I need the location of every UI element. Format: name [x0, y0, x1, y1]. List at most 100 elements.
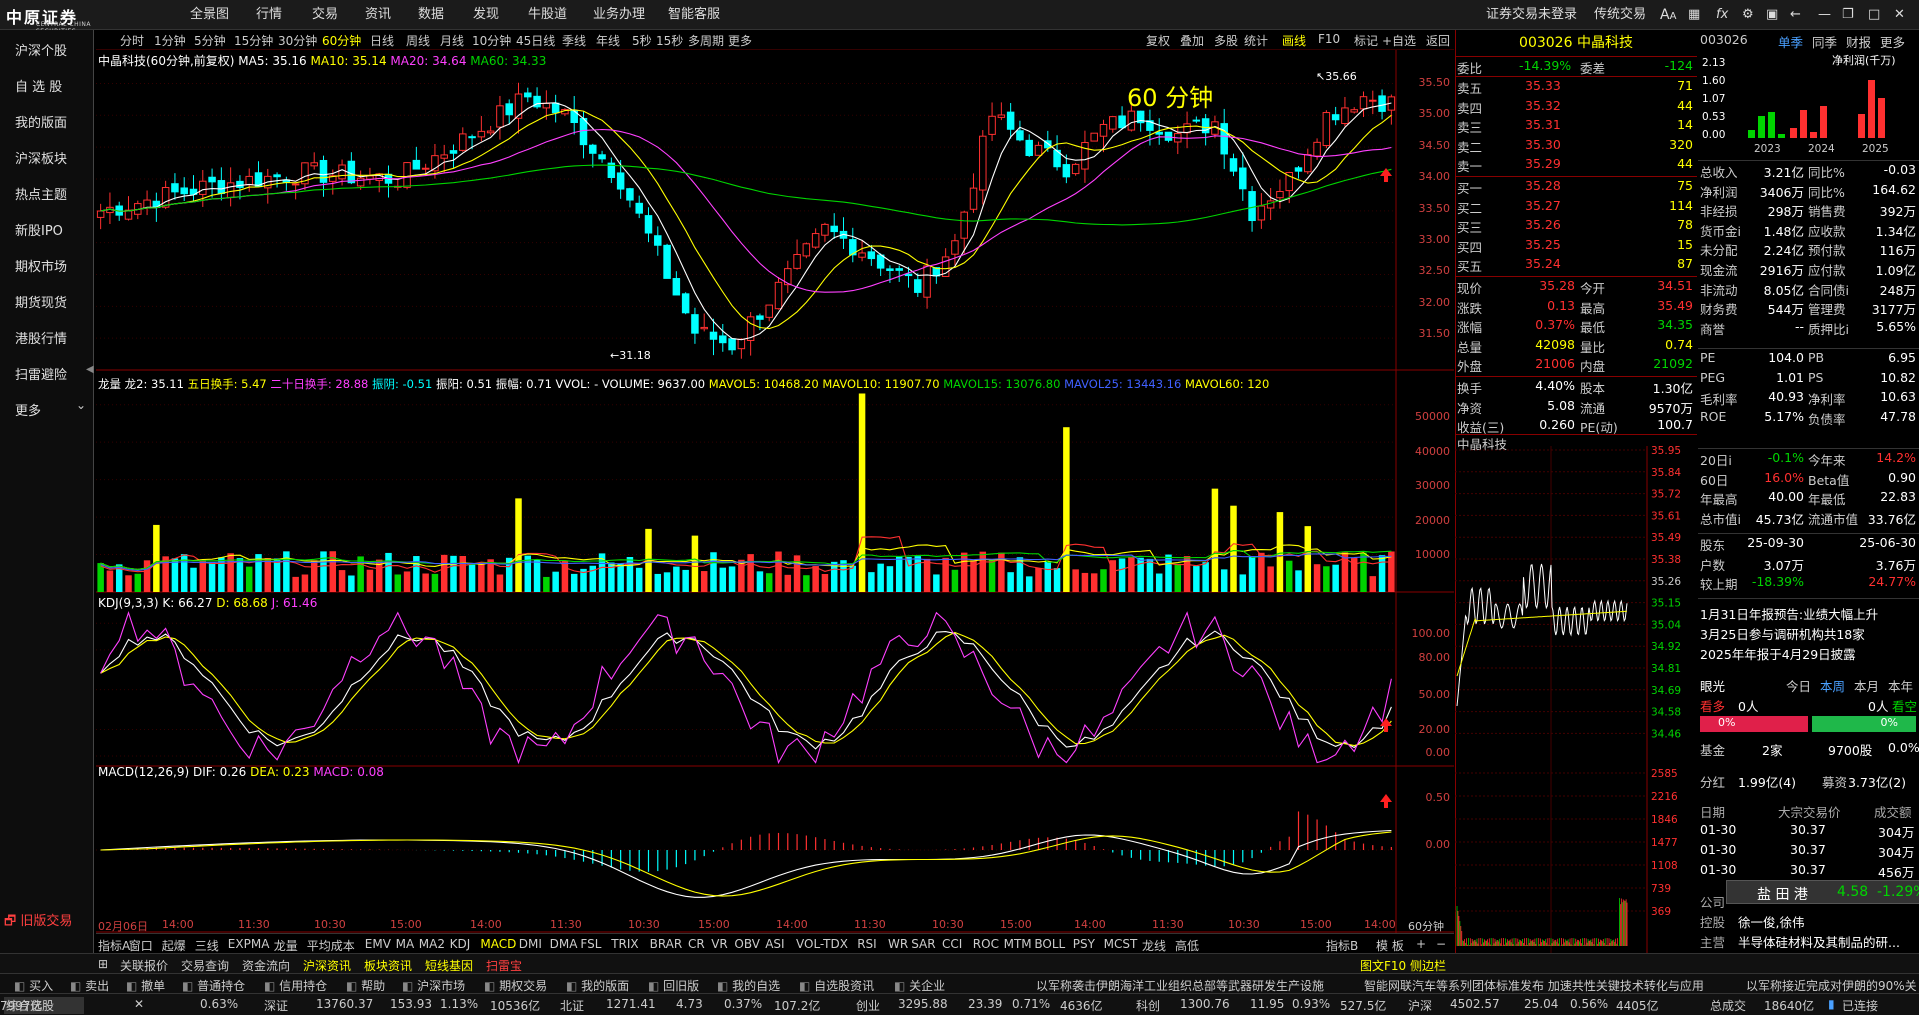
index-cell[interactable]: 0.56% [1570, 997, 1608, 1011]
toolbar-7[interactable]: +自选 [1382, 32, 1416, 49]
indicator-tab-30[interactable]: MCST [1104, 937, 1138, 951]
period-6[interactable]: 日线 [370, 32, 394, 49]
index-cell[interactable]: 1300.76 [1180, 997, 1230, 1011]
shortcut-2[interactable]: ◧ 撤单 [126, 977, 165, 994]
eye-tab-0[interactable]: 今日 [1786, 676, 1811, 695]
indicator-tab-22[interactable]: RSI [857, 937, 877, 951]
index-cell[interactable]: 0.93% [1292, 997, 1330, 1011]
restore-icon[interactable]: ❐ [1842, 0, 1854, 30]
indicator-tab-23[interactable]: WR [888, 937, 908, 951]
ask-price[interactable]: 35.31 [1525, 117, 1561, 132]
gear-icon[interactable]: ⚙ [1742, 0, 1754, 30]
index-cell[interactable]: 10536亿 [490, 997, 540, 1014]
menu-3[interactable]: 资讯 [365, 0, 391, 30]
index-cell[interactable]: 1.13% [440, 997, 478, 1011]
kline-chart-area[interactable] [96, 50, 1454, 933]
period-10[interactable]: 45日线 [516, 32, 555, 49]
indicator-tab-31[interactable]: 龙线 [1142, 937, 1166, 954]
ask-price[interactable]: 35.32 [1525, 98, 1561, 113]
eye-tab-3[interactable]: 本年 [1888, 676, 1913, 695]
left-nav-item-5[interactable]: 新股IPO [15, 220, 63, 239]
index-cell[interactable]: 25.04 [1524, 997, 1558, 1011]
indicator-tab-8[interactable]: MA [396, 937, 415, 951]
period-9[interactable]: 10分钟 [472, 32, 511, 49]
collapse-arrow-icon[interactable]: ◀ [86, 364, 94, 375]
indicator-tab-5[interactable]: 龙量 [274, 937, 298, 954]
shortcut-3[interactable]: ◧ 普通持仓 [182, 977, 245, 994]
shortcut-9[interactable]: ◧ 回旧版 [648, 977, 699, 994]
index-cell[interactable]: 107.2亿 [774, 997, 820, 1014]
shortcut-1[interactable]: ◧ 卖出 [70, 977, 109, 994]
eye-tab-1[interactable]: 本周 [1820, 676, 1845, 695]
eye-tab-2[interactable]: 本月 [1854, 676, 1879, 695]
period-11[interactable]: 季线 [562, 32, 586, 49]
indicator-tab-17[interactable]: CR [688, 937, 705, 951]
bid-price[interactable]: 35.27 [1525, 198, 1561, 213]
toolbar-2[interactable]: 多股 [1214, 32, 1238, 49]
bid-price[interactable]: 35.28 [1525, 178, 1561, 193]
shortcut-7[interactable]: ◧ 期权交易 [484, 977, 547, 994]
period-12[interactable]: 年线 [596, 32, 620, 49]
period-16[interactable]: 更多 [728, 32, 752, 49]
close-icon[interactable]: ✕ [1894, 0, 1905, 30]
back-arrow-icon[interactable]: ← [1790, 0, 1801, 30]
index-popup[interactable]: 盐 田 港 4.58 -1.29% [1726, 880, 1919, 904]
index-cell[interactable]: 科创 [1136, 997, 1160, 1014]
index-cell[interactable]: 7997亿 [0, 997, 43, 1014]
period-5[interactable]: 60分钟 [322, 32, 361, 49]
left-nav-item-9[interactable]: 扫雷避险 [15, 364, 67, 383]
grid-icon[interactable]: ▦ [1688, 0, 1700, 30]
indicator-tab-0[interactable]: 指标A [98, 937, 130, 954]
index-cell[interactable]: 1271.41 [606, 997, 656, 1011]
index-cell[interactable]: 153.93 [390, 997, 432, 1011]
indicator-tab-1[interactable]: 窗口 [129, 937, 153, 954]
classic-trade-link[interactable]: 传统交易 [1594, 0, 1646, 30]
shortcut-11[interactable]: ◧ 自选股资讯 [799, 977, 874, 994]
fin-tab-0[interactable]: 单季 [1778, 32, 1803, 51]
index-cell[interactable]: 3295.88 [898, 997, 948, 1011]
left-nav-item-7[interactable]: 期货现货 [15, 292, 67, 311]
toolbar-6[interactable]: 标记 [1354, 32, 1378, 49]
left-nav-item-10[interactable]: 更多 [15, 400, 41, 419]
skin-icon[interactable]: ▣ [1766, 0, 1778, 30]
period-3[interactable]: 15分钟 [234, 32, 273, 49]
indicator-tab-10[interactable]: KDJ [450, 937, 471, 951]
index-cell[interactable]: 4502.57 [1450, 997, 1500, 1011]
indicator-tab-6[interactable]: 平均成本 [307, 937, 355, 954]
f10-sidebar-link[interactable]: 图文F10 侧边栏 [1360, 957, 1446, 974]
period-2[interactable]: 5分钟 [194, 32, 226, 49]
bottom-link-0[interactable]: 关联报价 [120, 957, 168, 974]
menu-7[interactable]: 业务办理 [593, 0, 645, 30]
period-7[interactable]: 周线 [406, 32, 430, 49]
period-8[interactable]: 月线 [440, 32, 464, 49]
index-cell[interactable]: 4.73 [676, 997, 703, 1011]
period-1[interactable]: 1分钟 [154, 32, 186, 49]
bottom-link-1[interactable]: 交易查询 [181, 957, 229, 974]
trade-login-status[interactable]: 证券交易未登录 [1486, 0, 1577, 30]
formula-icon[interactable]: fx [1716, 0, 1728, 30]
add-indicator-icon[interactable]: + [1416, 937, 1426, 951]
fin-tab-1[interactable]: 同季 [1812, 32, 1837, 51]
menu-8[interactable]: 智能客服 [668, 0, 720, 30]
bottom-link-5[interactable]: 短线基因 [425, 957, 473, 974]
toolbar-8[interactable]: 返回 [1426, 32, 1450, 49]
bottom-link-2[interactable]: 资金流向 [242, 957, 290, 974]
period-14[interactable]: 15秒 [656, 32, 683, 49]
index-cell[interactable]: 4636亿 [1060, 997, 1103, 1014]
news-ticker[interactable]: 以军称袭击伊朗海洋工业组织总部等武器研发生产设施 [1036, 977, 1324, 994]
remove-indicator-icon[interactable]: − [1436, 937, 1446, 951]
indicator-tab-3[interactable]: 三线 [195, 937, 219, 954]
bottom-link-6[interactable]: 扫雷宝 [486, 957, 522, 974]
left-nav-item-6[interactable]: 期权市场 [15, 256, 67, 275]
bottom-link-3[interactable]: 沪深资讯 [303, 957, 351, 974]
indicator-tab-9[interactable]: MA2 [419, 937, 445, 951]
period-4[interactable]: 30分钟 [278, 32, 317, 49]
minimize-icon[interactable]: — [1818, 0, 1831, 30]
indicator-tab-20[interactable]: ASI [765, 937, 784, 951]
left-nav-item-4[interactable]: 热点主题 [15, 184, 67, 203]
index-cell[interactable]: 23.39 [968, 997, 1002, 1011]
fin-tab-2[interactable]: 财报 [1846, 32, 1871, 51]
news-ticker-3[interactable]: 以军称接近完成对伊朗的90%关 [1746, 977, 1917, 994]
bottom-link-4[interactable]: 板块资讯 [364, 957, 412, 974]
indicator-tab-27[interactable]: MTM [1004, 937, 1032, 951]
